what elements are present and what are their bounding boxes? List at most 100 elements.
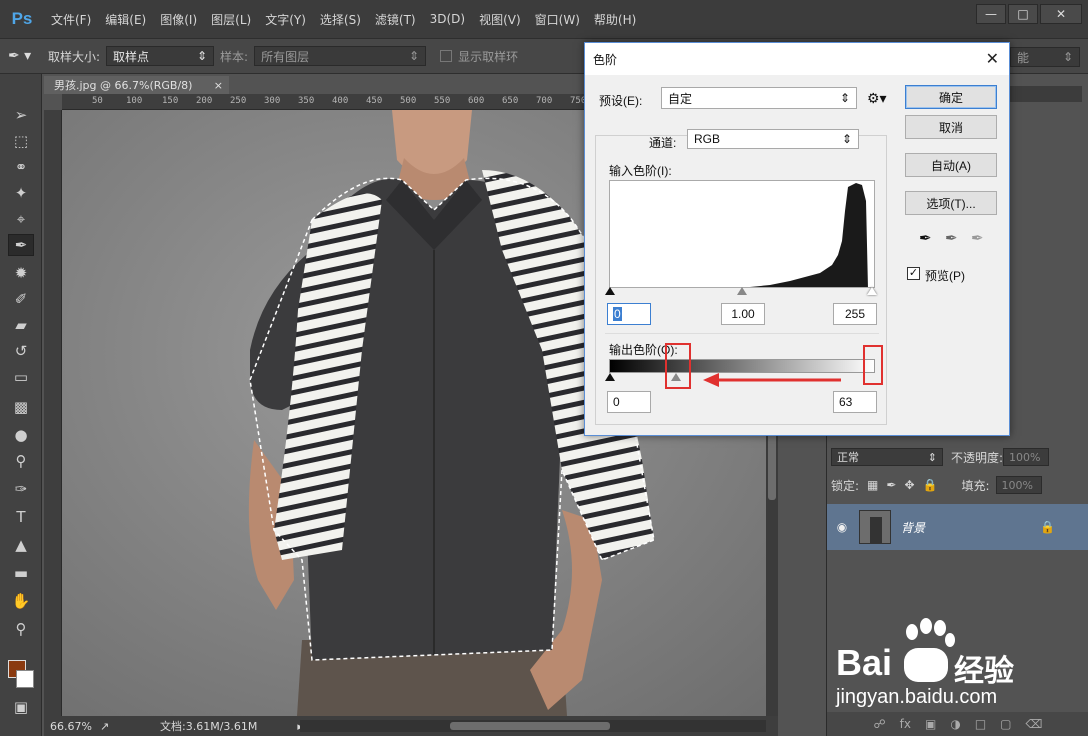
crop-tool-icon[interactable]: ⌖ bbox=[8, 208, 34, 230]
healing-brush-tool-icon[interactable]: ✹ bbox=[8, 262, 34, 284]
stamp-tool-icon[interactable]: ▰ bbox=[8, 314, 34, 336]
close-tab-icon[interactable]: × bbox=[214, 79, 223, 92]
output-gradient bbox=[609, 359, 875, 373]
fx-icon[interactable]: fx bbox=[900, 717, 911, 731]
lock-brush-icon[interactable]: ✒ bbox=[886, 478, 896, 492]
channel-select[interactable]: RGB ⇕ bbox=[687, 129, 859, 149]
sample-select[interactable]: 所有图层 ⇕ bbox=[254, 46, 427, 66]
input-black-slider[interactable] bbox=[605, 287, 615, 295]
menu-filter[interactable]: 滤镜(T) bbox=[368, 11, 423, 28]
zoom-level[interactable]: 66.67% bbox=[50, 720, 100, 733]
gradient-tool-icon[interactable]: ▩ bbox=[8, 396, 34, 418]
adjustment-icon[interactable]: ◑ bbox=[950, 717, 960, 731]
eraser-tool-icon[interactable]: ▭ bbox=[8, 366, 34, 388]
input-white-field[interactable]: 255 bbox=[833, 303, 877, 325]
sample-size-select[interactable]: 取样点 ⇕ bbox=[106, 46, 215, 66]
magic-wand-tool-icon[interactable]: ✦ bbox=[8, 182, 34, 204]
dodge-tool-icon[interactable]: ⚲ bbox=[8, 450, 34, 472]
share-icon[interactable]: ↗ bbox=[100, 720, 150, 733]
output-black-field[interactable]: 0 bbox=[607, 391, 651, 413]
black-point-eyedropper-icon[interactable]: ✒ bbox=[919, 229, 932, 247]
menu-file[interactable]: 文件(F) bbox=[44, 11, 98, 28]
close-window-button[interactable]: ✕ bbox=[1040, 4, 1082, 24]
menu-edit[interactable]: 编辑(E) bbox=[98, 11, 153, 28]
move-tool-icon[interactable]: ➢ bbox=[8, 104, 34, 126]
minimize-button[interactable]: — bbox=[976, 4, 1006, 24]
menu-image[interactable]: 图像(I) bbox=[153, 11, 204, 28]
menu-3d[interactable]: 3D(D) bbox=[423, 12, 472, 26]
sample-label: 样本: bbox=[220, 49, 249, 64]
ruler-tick: 150 bbox=[162, 96, 179, 106]
output-black-slider[interactable] bbox=[605, 373, 615, 381]
blur-tool-icon[interactable]: ● bbox=[8, 424, 34, 446]
new-layer-icon[interactable]: ▢ bbox=[1000, 717, 1011, 731]
ruler-tick: 550 bbox=[434, 96, 451, 106]
menu-layer[interactable]: 图层(L) bbox=[204, 11, 258, 28]
auto-button[interactable]: 自动(A) bbox=[905, 153, 997, 177]
path-selection-tool-icon[interactable]: ▲ bbox=[8, 534, 34, 556]
ps-logo: Ps bbox=[11, 9, 33, 28]
document-size: 文档:3.61M/3.61M bbox=[160, 720, 258, 733]
background-color-swatch[interactable] bbox=[16, 670, 34, 688]
lock-label: 锁定: bbox=[831, 478, 860, 493]
eyedropper-options-icon[interactable]: ✒ ▾ bbox=[8, 48, 42, 64]
show-ring-checkbox[interactable] bbox=[440, 50, 453, 62]
lasso-tool-icon[interactable]: ⚭ bbox=[8, 156, 34, 178]
workspace-select[interactable]: 能 ⇕ bbox=[1010, 47, 1080, 67]
maximize-button[interactable]: □ bbox=[1008, 4, 1038, 24]
mask-icon[interactable]: ▣ bbox=[925, 717, 936, 731]
watermark-brand: Bai bbox=[836, 642, 893, 683]
gray-point-eyedropper-icon[interactable]: ✒ bbox=[945, 229, 958, 247]
dialog-title: 色阶 bbox=[593, 52, 618, 67]
horizontal-scrollbar[interactable] bbox=[300, 720, 766, 732]
menu-window[interactable]: 窗口(W) bbox=[528, 11, 587, 28]
zoom-tool-icon[interactable]: ⚲ bbox=[8, 618, 34, 640]
opacity-label: 不透明度: bbox=[951, 450, 1004, 465]
menu-select[interactable]: 选择(S) bbox=[313, 11, 368, 28]
menu-type[interactable]: 文字(Y) bbox=[258, 11, 313, 28]
select-arrows-icon: ⇕ bbox=[839, 91, 850, 105]
preview-checkbox[interactable]: ✓ bbox=[907, 267, 920, 280]
menu-view[interactable]: 视图(V) bbox=[472, 11, 528, 28]
opacity-input[interactable]: 100% bbox=[1003, 448, 1050, 466]
scrollbar-thumb[interactable] bbox=[450, 722, 610, 730]
layer-row-background[interactable]: ◉ 背景 🔒 bbox=[827, 504, 1088, 550]
lock-pixels-icon[interactable]: ▦ bbox=[867, 478, 878, 492]
input-black-field[interactable]: 0 bbox=[607, 303, 651, 325]
close-icon[interactable]: ✕ bbox=[986, 49, 999, 69]
ok-button[interactable]: 确定 bbox=[905, 85, 997, 109]
gear-icon[interactable]: ⚙▾ bbox=[867, 90, 887, 107]
white-point-eyedropper-icon[interactable]: ✒ bbox=[971, 229, 984, 247]
rectangle-tool-icon[interactable]: ▬ bbox=[8, 562, 34, 584]
options-button[interactable]: 选项(T)... bbox=[905, 191, 997, 215]
marquee-tool-icon[interactable]: ⬚ bbox=[8, 130, 34, 152]
folder-icon[interactable]: □ bbox=[975, 717, 986, 731]
fill-input[interactable]: 100% bbox=[995, 476, 1042, 494]
preset-select[interactable]: 自定 ⇕ bbox=[661, 87, 857, 109]
ruler-tick: 650 bbox=[502, 96, 519, 106]
ruler-tick: 450 bbox=[366, 96, 383, 106]
cancel-button[interactable]: 取消 bbox=[905, 115, 997, 139]
input-white-slider[interactable] bbox=[867, 287, 877, 295]
lock-all-icon[interactable]: 🔒 bbox=[923, 478, 938, 492]
document-tab[interactable]: 男孩.jpg @ 66.7%(RGB/8) × bbox=[44, 76, 229, 94]
brush-tool-icon[interactable]: ✐ bbox=[8, 288, 34, 310]
history-brush-tool-icon[interactable]: ↺ bbox=[8, 340, 34, 362]
menu-help[interactable]: 帮助(H) bbox=[587, 11, 643, 28]
trash-icon[interactable]: ⌫ bbox=[1026, 717, 1043, 731]
hand-tool-icon[interactable]: ✋ bbox=[8, 590, 34, 612]
lock-position-icon[interactable]: ✥ bbox=[904, 478, 914, 492]
output-white-field[interactable]: 63 bbox=[833, 391, 877, 413]
eye-icon[interactable]: ◉ bbox=[827, 520, 857, 534]
type-tool-icon[interactable]: T bbox=[8, 506, 34, 528]
pen-tool-icon[interactable]: ✑ bbox=[8, 478, 34, 500]
vertical-ruler bbox=[44, 110, 62, 716]
input-gamma-field[interactable]: 1.00 bbox=[721, 303, 765, 325]
watermark-url: jingyan.baidu.com bbox=[836, 686, 998, 708]
link-layers-icon[interactable]: ☍ bbox=[874, 717, 886, 731]
quick-mask-icon[interactable]: ▣ bbox=[8, 696, 34, 718]
input-gray-slider[interactable] bbox=[737, 287, 747, 295]
preset-label: 预设(E): bbox=[599, 94, 643, 108]
eyedropper-tool-icon[interactable]: ✒ bbox=[8, 234, 34, 256]
blend-mode-select[interactable]: 正常 ⇕ bbox=[831, 448, 943, 466]
